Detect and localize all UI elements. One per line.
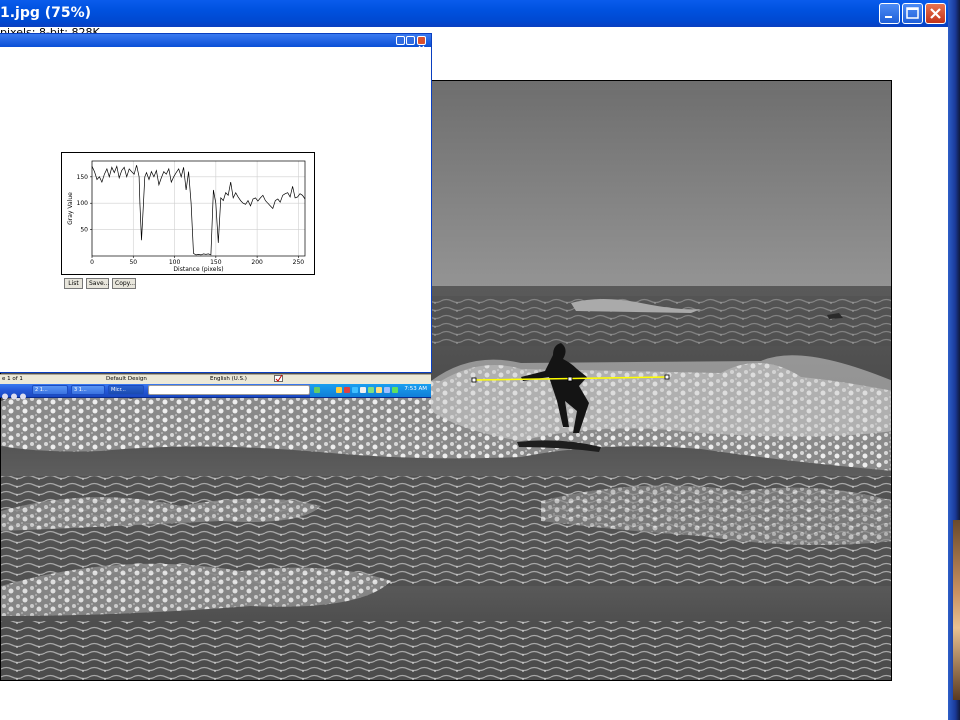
minimize-button[interactable] [879, 3, 900, 24]
y-tick-label: 150 [77, 174, 89, 181]
profile-plot-svg: 0 50 100 150 200 25050100150Distance (pixels)… [67, 160, 306, 273]
x-tick-label: 100 [169, 259, 181, 266]
taskbar-address-box[interactable] [148, 385, 310, 395]
list-button[interactable]: List [64, 278, 83, 289]
profile-plot: 0 50 100 150 200 250 50 100 150 Distance (pixels)… [61, 152, 315, 275]
close-icon [930, 8, 941, 19]
tray-icon [392, 387, 398, 393]
tray-icon [352, 387, 358, 393]
plot-minimize-button[interactable] [396, 36, 405, 45]
system-tray: 7:53 AM [310, 384, 431, 397]
profile-line-series-0 [91, 165, 306, 256]
x-axis-label: Distance (pixels) [173, 266, 223, 273]
tray-icon [314, 387, 320, 393]
taskbar-item-2[interactable]: 3 1... [71, 385, 105, 395]
x-tick-label: 50 [129, 259, 137, 266]
save-button[interactable]: Save... [86, 278, 109, 289]
x-tick-label: 250 [293, 259, 305, 266]
background-window-edge [953, 520, 960, 700]
x-tick-label: 150 [210, 259, 222, 266]
taskbar-item-1[interactable]: 2 1... [32, 385, 68, 395]
plot-window-body: 0 50 100 150 200 250 50 100 150 Distance (pixels)… [0, 47, 431, 372]
plot-maximize-button[interactable] [406, 36, 415, 45]
quick-launch-icons [2, 386, 29, 400]
minimize-icon [885, 16, 892, 18]
plot-profile-window[interactable]: 0 50 100 150 200 250 50 100 150 Distance (pixels)… [0, 33, 432, 373]
y-axis-label: Gray Value [67, 192, 74, 225]
status-page: e 1 of 1 [2, 376, 23, 382]
status-language: English (U.S.) [210, 376, 247, 382]
x-tick-label: 200 [251, 259, 263, 266]
tray-icon [336, 387, 342, 393]
tray-icon [376, 387, 382, 393]
x-tick-label: 0 [90, 259, 94, 266]
status-design: Default Design [106, 376, 147, 382]
embedded-taskbar: 2 1... 3 1... Micr... 7:53 AM [0, 384, 431, 400]
maximize-icon [906, 7, 919, 19]
tray-icon [344, 387, 350, 393]
image-window-title-bar[interactable]: 1.jpg (75%) [0, 0, 948, 27]
tray-icon [360, 387, 366, 393]
taskbar-item-3[interactable]: Micr... [108, 385, 144, 395]
close-button[interactable] [925, 3, 946, 24]
window-title: 1.jpg (75%) [0, 5, 92, 21]
tray-icon [384, 387, 390, 393]
window-right-border [948, 0, 960, 720]
y-tick-label: 100 [77, 200, 89, 207]
tray-icon [368, 387, 374, 393]
copy-button[interactable]: Copy... [112, 278, 136, 289]
maximize-button[interactable] [902, 3, 923, 24]
tray-clock: 7:53 AM [404, 386, 427, 392]
plot-window-title-bar[interactable] [0, 34, 431, 52]
plot-close-button[interactable] [417, 36, 426, 52]
y-tick-label: 50 [80, 227, 88, 234]
